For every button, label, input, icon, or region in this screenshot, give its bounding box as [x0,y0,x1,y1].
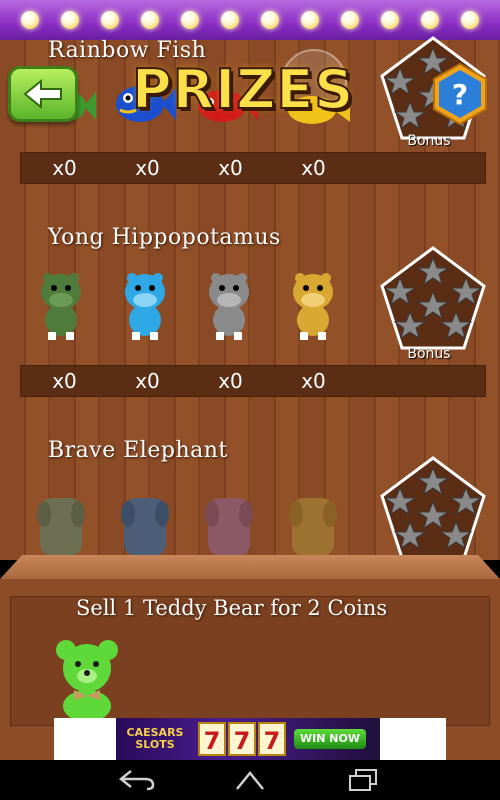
light-bulb [21,11,39,29]
bonus-label: Bonus [407,346,451,362]
count-value: x0 [301,369,326,393]
count-row: x0 x0 x0 x0 [20,365,486,397]
count-value: x0 [218,156,243,180]
light-bulb [61,11,79,29]
elephant-icon[interactable] [204,494,254,556]
teddy-bear-icon[interactable] [52,638,122,722]
ad-creative[interactable]: CAESARS SLOTS 7 7 7 WIN NOW [116,718,380,760]
hippo-icon[interactable] [290,270,336,340]
slot-reel: 7 [198,722,226,756]
bonus-label: Bonus [407,133,451,149]
help-label: ? [452,78,468,111]
nav-back-icon [118,770,154,791]
ad-cta-button[interactable]: WIN NOW [294,729,366,749]
light-bulb [381,11,399,29]
slot-reels: 7 7 7 [198,722,286,756]
count-value: x0 [218,369,243,393]
page-title: PRIZES [131,57,355,122]
sell-offer-text: Sell 1 Teddy Bear for 2 Coins [76,596,388,620]
section-title-hippopotamus: Yong Hippopotamus [48,225,281,250]
light-bulb [341,11,359,29]
nav-home-icon [236,771,264,790]
slot-reel: 7 [258,722,286,756]
hippo-icon[interactable] [122,270,168,340]
count-value: x0 [135,369,160,393]
count-value: x0 [52,369,77,393]
bonus-stars-pentagon [378,454,488,564]
elephant-icon[interactable] [36,494,86,556]
bonus-stars-pentagon [378,244,488,354]
light-bulb [101,11,119,29]
help-button[interactable]: ? [428,62,492,126]
light-bulb [141,11,159,29]
light-bulb [301,11,319,29]
elephant-icon[interactable] [288,494,338,556]
system-nav-bar [0,760,500,800]
count-value: x0 [52,156,77,180]
count-row: x0 x0 x0 x0 [20,152,486,184]
ad-brand: CAESARS SLOTS [126,726,184,751]
back-button[interactable] [8,66,78,122]
hippo-icon[interactable] [206,270,252,340]
ad-banner[interactable]: CAESARS SLOTS 7 7 7 WIN NOW [54,718,446,760]
back-arrow-icon [23,78,62,110]
hippo-icon[interactable] [38,270,84,340]
light-bulb [181,11,199,29]
section-title-elephant: Brave Elephant [48,438,228,463]
nav-back-button[interactable] [117,766,157,794]
light-bulb [261,11,279,29]
count-value: x0 [135,156,160,180]
light-bulb [221,11,239,29]
shelf-top [0,555,500,579]
light-bulb [421,11,439,29]
slot-reel: 7 [228,722,256,756]
nav-recents-button[interactable] [343,766,383,794]
nav-recents-icon [349,769,378,791]
elephant-icon[interactable] [120,494,170,556]
light-bulb [461,11,479,29]
count-value: x0 [301,156,326,180]
nav-home-button[interactable] [230,766,270,794]
